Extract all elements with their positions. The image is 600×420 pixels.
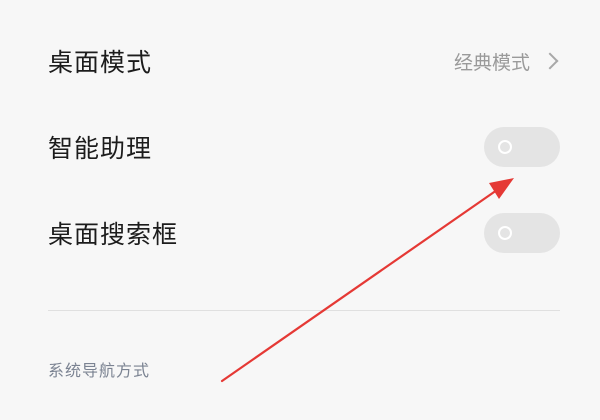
smart-assistant-toggle[interactable] <box>484 127 560 167</box>
toggle-knob <box>498 226 512 240</box>
desktop-mode-value-group[interactable]: 经典模式 <box>454 48 560 75</box>
smart-assistant-label: 智能助理 <box>48 134 153 163</box>
desktop-search-box-toggle[interactable] <box>484 213 560 253</box>
desktop-mode-label: 桌面模式 <box>48 48 153 77</box>
smart-assistant-row: 智能助理 <box>48 122 560 172</box>
settings-panel: 桌面模式 经典模式 智能助理 桌面搜索框 系统导航方式 <box>0 0 600 420</box>
chevron-right-icon <box>541 52 559 70</box>
system-navigation-section-title: 系统导航方式 <box>48 361 151 380</box>
toggle-knob <box>498 140 512 154</box>
desktop-mode-value: 经典模式 <box>453 51 530 74</box>
desktop-mode-row[interactable]: 桌面模式 经典模式 <box>48 36 560 86</box>
desktop-search-box-row: 桌面搜索框 <box>48 208 560 258</box>
divider <box>48 310 560 311</box>
desktop-search-box-label: 桌面搜索框 <box>48 220 179 249</box>
